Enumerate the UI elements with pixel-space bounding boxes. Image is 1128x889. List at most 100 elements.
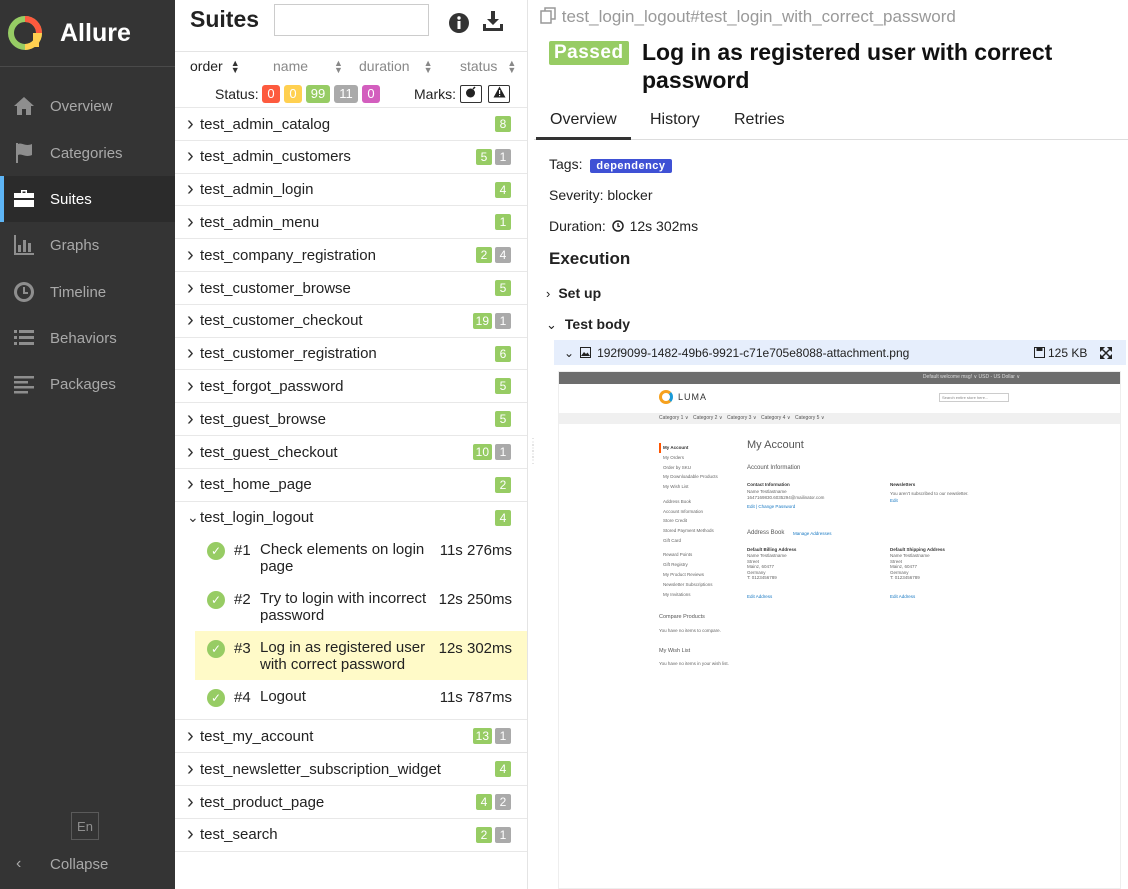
tab-history[interactable]: History [650, 111, 700, 129]
status-filter-skipped[interactable]: 11 [334, 85, 358, 103]
suite-row[interactable]: › test_guest_checkout 10 1 [175, 435, 527, 468]
suite-row[interactable]: › test_newsletter_subscription_widget 4 [175, 752, 527, 785]
sort-name[interactable]: name ▲ ▼ [273, 58, 343, 75]
sort-duration[interactable]: duration ▲ ▼ [359, 58, 433, 76]
attachment-row[interactable]: ⌄ 192f9099-1482-49b6-9921-c71e705e8088-a… [554, 340, 1126, 365]
suite-row[interactable]: ⌄ test_login_logout 4 [175, 500, 527, 534]
passed-count-badge: 5 [495, 378, 511, 395]
status-filter-broken[interactable]: 0 [284, 85, 302, 103]
suite-row[interactable]: › test_home_page 2 [175, 467, 527, 501]
suite-counts: 4 [495, 761, 511, 778]
suite-row[interactable]: › test_guest_browse 5 [175, 402, 527, 435]
chevron-right-icon: › [187, 342, 194, 365]
shot-link: Edit [890, 498, 898, 503]
shot-category: Category 4 ∨ [761, 415, 791, 421]
info-icon[interactable] [448, 12, 470, 34]
test-case-row[interactable]: ✓ #2 Try to login with incorrect password 1… [195, 582, 527, 631]
shot-side-link: Newsletter Subscriptions [663, 581, 713, 587]
suite-row[interactable]: › test_customer_registration 6 [175, 336, 527, 370]
sidebar-item-label: Timeline [50, 283, 107, 301]
sidebar-item-suites[interactable]: Suites [0, 176, 175, 222]
sort-icon: ▲ ▼ [423, 58, 433, 76]
chevron-down-icon: ⌄ [187, 509, 199, 526]
download-icon[interactable] [482, 10, 504, 32]
suite-row[interactable]: › test_admin_customers 5 1 [175, 139, 527, 173]
shot-topbar-text: Default welcome msg! ∨ USD - US Dollar ∨ [922, 374, 1020, 380]
test-body-step[interactable]: ⌄ Test body [546, 316, 630, 333]
suite-row[interactable]: › test_admin_catalog 8 [175, 107, 527, 140]
passed-count-badge: 4 [495, 761, 511, 778]
sort-duration-label: duration [359, 58, 410, 74]
briefcase-icon [14, 190, 34, 207]
chevron-right-icon: › [187, 276, 194, 299]
tab-retries[interactable]: Retries [734, 111, 785, 129]
suite-row[interactable]: › test_customer_checkout 19 1 [175, 303, 527, 337]
sidebar-item-label: Categories [50, 144, 123, 162]
expand-icon[interactable] [1100, 346, 1112, 359]
suite-counts: 51 [476, 148, 511, 165]
suite-row[interactable]: › test_admin_menu 1 [175, 205, 527, 238]
sidebar-item-overview[interactable]: Overview [0, 83, 175, 129]
test-case-name: Try to login with incorrect password [260, 590, 427, 625]
suite-row[interactable]: › test_search 2 1 [175, 817, 527, 851]
passed-count-badge: 10 [472, 444, 492, 460]
test-case-row[interactable]: ✓ #1 Check elements on login page 11s 276ms [195, 533, 527, 582]
sidebar-item-label: Graphs [50, 236, 100, 254]
sort-order[interactable]: order ▲ ▼ [190, 58, 240, 75]
suite-row[interactable]: › test_forgot_password 5 [175, 369, 527, 402]
brand-name: Allure [60, 18, 131, 47]
suite-row[interactable]: › test_product_page 4 2 [175, 785, 527, 818]
passed-check-icon: ✓ [207, 689, 225, 708]
sort-status[interactable]: status ▲ ▼ [460, 58, 516, 75]
test-case-row[interactable]: ✓ #3 Log in as registered user with correc… [195, 631, 527, 681]
skipped-count-badge: 1 [495, 826, 511, 843]
sidebar-item-categories[interactable]: Categories [0, 130, 175, 176]
tags-row: Tags: dependency [549, 156, 672, 173]
skipped-count-badge: 1 [495, 444, 511, 460]
test-case-row[interactable]: ✓ #4 Logout 11s 787ms [195, 680, 527, 713]
shot-link: Edit Address [747, 594, 773, 599]
copy-icon[interactable] [540, 7, 557, 24]
suite-counts: 4 [495, 509, 511, 526]
suite-name: test_product_page [200, 793, 325, 811]
suite-name: test_admin_customers [200, 148, 351, 166]
status-filter-failed[interactable]: 0 [262, 85, 280, 103]
tab-overview[interactable]: Overview [550, 111, 617, 129]
shot-side-link: My Product Reviews [663, 572, 705, 577]
language-button[interactable]: En [71, 812, 99, 840]
pane-resize-handle[interactable]: ⋮ ⋮ ⋮ ⋮ [528, 438, 538, 472]
bomb-icon [466, 86, 476, 98]
chevron-right-icon: › [187, 243, 194, 266]
suite-name: test_login_logout [200, 509, 314, 527]
sidebar-item-behaviors[interactable]: Behaviors [0, 315, 175, 361]
setup-label: Set up [558, 285, 602, 301]
search-input[interactable] [274, 4, 429, 36]
suite-row[interactable]: › test_customer_browse 5 [175, 271, 527, 304]
status-filter-passed[interactable]: 99 [306, 85, 330, 103]
sidebar-item-graphs[interactable]: Graphs [0, 222, 175, 268]
sidebar-item-timeline[interactable]: Timeline [0, 269, 175, 315]
shot-text: You aren't subscribed to our newsletter. [890, 491, 969, 496]
passed-check-icon: ✓ [207, 542, 225, 561]
suite-row[interactable]: › test_company_registration 2 4 [175, 238, 527, 271]
shot-category: Category 2 ∨ [693, 415, 723, 421]
shot-side-link: Address Book [663, 498, 692, 504]
collapse-button[interactable]: ‹ Collapse [0, 850, 175, 878]
status-filter-unknown[interactable]: 0 [362, 85, 380, 103]
setup-step[interactable]: › Set up [546, 285, 601, 301]
align-left-icon [14, 376, 34, 394]
suite-counts: 1 [495, 214, 511, 231]
suite-row[interactable]: › test_admin_login 4 [175, 172, 527, 206]
brand[interactable]: Allure [0, 0, 175, 67]
sidebar-item-packages[interactable]: Packages [0, 361, 175, 407]
shot-page-title: My Account [747, 439, 804, 451]
chevron-right-icon: › [187, 823, 194, 846]
shot-side-link: Account Information [663, 508, 704, 514]
suite-counts: 13 1 [472, 728, 511, 745]
new-failed-mark-button[interactable] [488, 85, 510, 103]
flaky-mark-button[interactable] [460, 85, 482, 103]
shot-link: Manage Addresses [793, 531, 832, 536]
attachment-screenshot: Default welcome msg! ∨ USD - US Dollar ∨… [558, 371, 1121, 889]
suite-row[interactable]: › test_my_account 13 1 [175, 719, 527, 752]
suites-pane: Suites order ▲ ▼ name ▲ ▼ duration ▲ ▼ status ▲… [175, 0, 528, 889]
